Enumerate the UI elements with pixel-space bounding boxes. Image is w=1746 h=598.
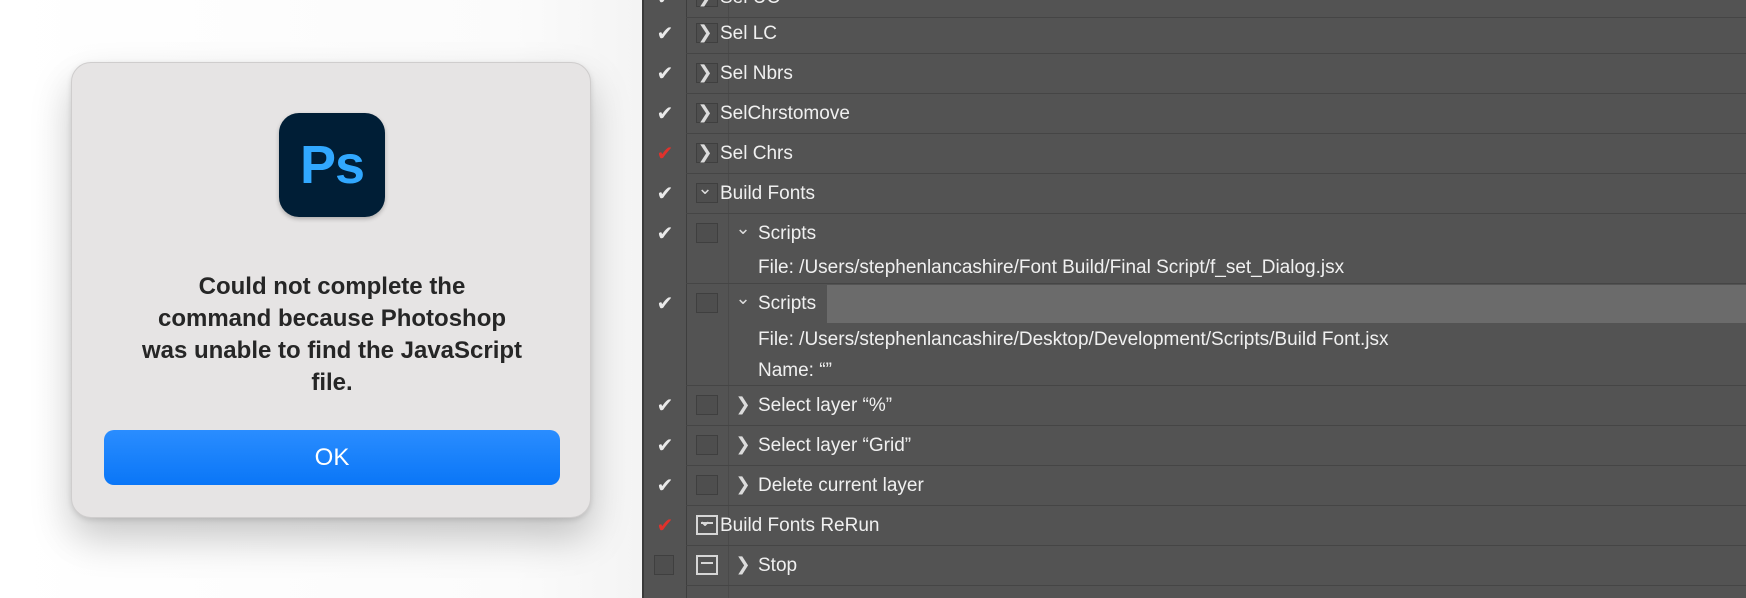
chevron-down-icon[interactable]: ⌄ [694,178,716,200]
photoshop-icon-text: Ps [299,135,365,195]
dialog-toggle-box[interactable] [696,293,718,313]
step-detail-file: File: /Users/stephenlancashire/Font Buil… [758,257,1345,278]
item-toggle-check-icon[interactable]: ✔ [654,474,676,496]
action-label: Build Fonts ReRun [720,515,880,536]
action-label: Sel UC [720,0,780,9]
chevron-down-icon[interactable]: ⌄ [732,218,754,240]
action-label: Build Fonts [720,183,816,204]
step-label: Scripts [758,293,817,314]
action-step-stop[interactable]: ❯ Stop [642,546,1746,586]
row-divider [686,585,1746,586]
chevron-right-icon[interactable]: ❯ [694,142,716,164]
step-label: Scripts [758,223,817,244]
action-step-scripts[interactable]: ✔ ⌄ Scripts File: /Users/stephenlancashi… [642,214,1746,284]
photoshop-app-icon: Ps [279,113,385,217]
step-detail-file: File: /Users/stephenlancashire/Desktop/D… [758,329,1389,350]
chevron-down-icon[interactable]: ⌄ [694,510,716,532]
item-toggle-check-icon[interactable]: ✔ [654,62,676,84]
action-row-sel-lc[interactable]: ✔ ❯ Sel LC [642,14,1746,54]
action-row-build-fonts[interactable]: ✔ ⌄ Build Fonts [642,174,1746,214]
item-toggle-box[interactable] [654,555,674,575]
alert-message-line: file. [311,369,353,396]
alert-message-line: Could not complete the [198,273,466,300]
dialog-toggle-icon[interactable] [696,555,718,575]
ok-button[interactable]: OK [104,430,560,485]
dialog-toggle-box[interactable] [696,395,718,415]
alert-message-line: was unable to find the JavaScript [141,337,523,364]
alert-message: Could not complete the command because P… [102,271,562,399]
item-toggle-check-icon[interactable]: ✔ [654,514,676,536]
item-toggle-check-icon[interactable]: ✔ [654,0,676,8]
step-label: Select layer “Grid” [758,435,912,456]
dialog-toggle-box[interactable] [696,223,718,243]
action-step-select-layer-percent[interactable]: ✔ ❯ Select layer “%” [642,386,1746,426]
dialog-toggle-box[interactable] [696,475,718,495]
action-step-select-layer-grid[interactable]: ✔ ❯ Select layer “Grid” [642,426,1746,466]
item-toggle-check-icon[interactable]: ✔ [654,182,676,204]
action-label: SelChrstomove [720,103,850,124]
action-step-scripts-selected[interactable]: ✔ ⌄ Scripts File: /Users/stephenlancashi… [642,284,1746,386]
item-toggle-check-icon[interactable]: ✔ [654,222,676,244]
actions-panel: ✔ ❯ Sel UC ✔ ❯ Sel LC ✔ ❯ Sel Nbrs ✔ ❯ S… [642,0,1746,598]
step-label: Delete current layer [758,475,924,496]
item-toggle-check-icon[interactable]: ✔ [654,394,676,416]
item-toggle-check-icon[interactable]: ✔ [654,102,676,124]
action-step-delete-current-layer[interactable]: ✔ ❯ Delete current layer [642,466,1746,506]
chevron-right-icon[interactable]: ❯ [732,554,754,576]
alert-message-line: command because Photoshop [157,305,507,332]
action-row-build-fonts-rerun[interactable]: ✔ ⌄ Build Fonts ReRun [642,506,1746,546]
dialog-toggle-box[interactable] [696,435,718,455]
item-toggle-check-icon[interactable]: ✔ [654,434,676,456]
chevron-right-icon[interactable]: ❯ [732,474,754,496]
chevron-right-icon[interactable]: ❯ [694,0,716,8]
chevron-right-icon[interactable]: ❯ [694,62,716,84]
action-label: Sel Nbrs [720,63,793,84]
action-label: Sel Chrs [720,143,793,164]
item-toggle-check-icon[interactable]: ✔ [654,292,676,314]
selection-highlight [827,285,1746,323]
action-row-selchrstomove[interactable]: ✔ ❯ SelChrstomove [642,94,1746,134]
step-detail-name: Name: “” [758,360,832,381]
chevron-right-icon[interactable]: ❯ [732,434,754,456]
chevron-right-icon[interactable]: ❯ [732,394,754,416]
action-row-sel-chrs[interactable]: ✔ ❯ Sel Chrs [642,134,1746,174]
error-alert-dialog: Ps Could not complete the command becaus… [71,62,591,518]
action-row-sel-nbrs[interactable]: ✔ ❯ Sel Nbrs [642,54,1746,94]
item-toggle-check-icon[interactable]: ✔ [654,22,676,44]
chevron-down-icon[interactable]: ⌄ [732,288,754,310]
step-label: Select layer “%” [758,395,893,416]
chevron-right-icon[interactable]: ❯ [694,22,716,44]
item-toggle-check-icon[interactable]: ✔ [654,142,676,164]
step-label: Stop [758,555,798,576]
chevron-right-icon[interactable]: ❯ [694,102,716,124]
action-label: Sel LC [720,23,778,44]
